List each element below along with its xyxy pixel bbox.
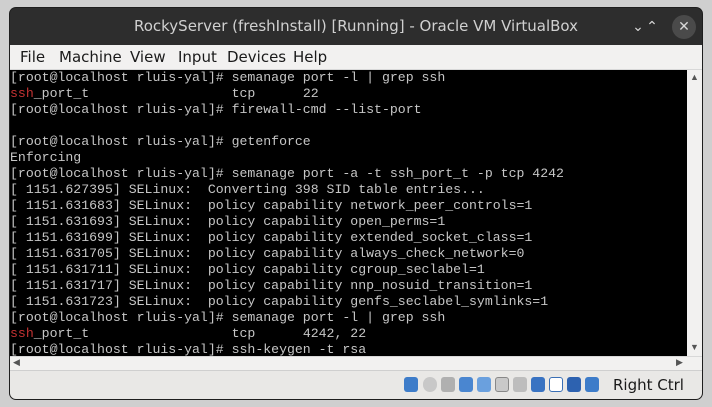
terminal-line: [root@localhost rluis-yal]# semanage por…: [10, 70, 446, 85]
horizontal-scrollbar[interactable]: ◀ ▶: [10, 356, 702, 371]
terminal-line: [ 1151.631717] SELinux: policy capabilit…: [10, 278, 533, 293]
shared-folder-icon[interactable]: [495, 377, 509, 392]
terminal-line: [root@localhost rluis-yal]# semanage por…: [10, 310, 446, 325]
audio-icon[interactable]: [441, 377, 455, 392]
network-icon[interactable]: [459, 377, 473, 392]
virtualbox-window: RockyServer (freshInstall) [Running] - O…: [10, 8, 702, 399]
host-key-label: Right Ctrl: [613, 376, 684, 394]
terminal-line: ssh_port_t tcp 4242, 22: [10, 326, 367, 341]
optical-drive-icon[interactable]: [423, 377, 437, 392]
terminal-screen[interactable]: [root@localhost rluis-yal]# semanage por…: [10, 70, 687, 356]
scroll-up-icon[interactable]: ▲: [690, 72, 699, 82]
hard-disk-icon[interactable]: [404, 377, 418, 392]
usb-icon[interactable]: [477, 377, 491, 392]
menu-devices[interactable]: Devices: [227, 48, 286, 66]
terminal-line: [ 1151.627395] SELinux: Converting 398 S…: [10, 182, 485, 197]
terminal-line: [ 1151.631683] SELinux: policy capabilit…: [10, 198, 533, 213]
mouse-integration-icon[interactable]: [567, 377, 581, 392]
terminal-line: [root@localhost rluis-yal]# ssh-keygen -…: [10, 342, 367, 356]
display-icon[interactable]: [513, 377, 527, 392]
terminal-line: ssh_port_t tcp 22: [10, 86, 319, 101]
keyboard-icon[interactable]: [585, 377, 599, 392]
close-button[interactable]: ✕: [672, 15, 696, 39]
maximize-icon: ⌃: [646, 19, 658, 35]
scroll-left-icon[interactable]: ◀: [13, 357, 20, 368]
terminal-line: [root@localhost rluis-yal]# firewall-cmd…: [10, 102, 422, 117]
title-bar[interactable]: RockyServer (freshInstall) [Running] - O…: [10, 8, 702, 45]
terminal-line: [ 1151.631705] SELinux: policy capabilit…: [10, 246, 525, 261]
close-icon: ✕: [678, 19, 690, 35]
terminal-line: Enforcing: [10, 150, 82, 165]
terminal-line: [ 1151.631699] SELinux: policy capabilit…: [10, 230, 533, 245]
scroll-down-icon[interactable]: ▼: [690, 342, 699, 352]
menu-input[interactable]: Input: [178, 48, 217, 66]
terminal-line: [root@localhost rluis-yal]# getenforce: [10, 134, 311, 149]
status-bar: Right Ctrl: [10, 370, 702, 399]
terminal-line: [ 1151.631711] SELinux: policy capabilit…: [10, 262, 485, 277]
terminal-line: [root@localhost rluis-yal]# semanage por…: [10, 166, 564, 181]
menu-help[interactable]: Help: [293, 48, 327, 66]
window-title: RockyServer (freshInstall) [Running] - O…: [133, 17, 579, 35]
menu-machine[interactable]: Machine: [59, 48, 122, 66]
terminal-line: [ 1151.631723] SELinux: policy capabilit…: [10, 294, 549, 309]
scroll-right-icon[interactable]: ▶: [676, 357, 683, 368]
menu-file[interactable]: File: [20, 48, 45, 66]
maximize-button[interactable]: ⌃: [640, 15, 664, 39]
menu-bar: File Machine View Input Devices Help: [10, 45, 702, 70]
menu-view[interactable]: View: [130, 48, 166, 66]
video-capture-icon[interactable]: [531, 377, 545, 392]
terminal-line: [ 1151.631693] SELinux: policy capabilit…: [10, 214, 446, 229]
vertical-scrollbar[interactable]: ▲ ▼: [687, 70, 702, 356]
cpu-icon[interactable]: [549, 377, 563, 392]
